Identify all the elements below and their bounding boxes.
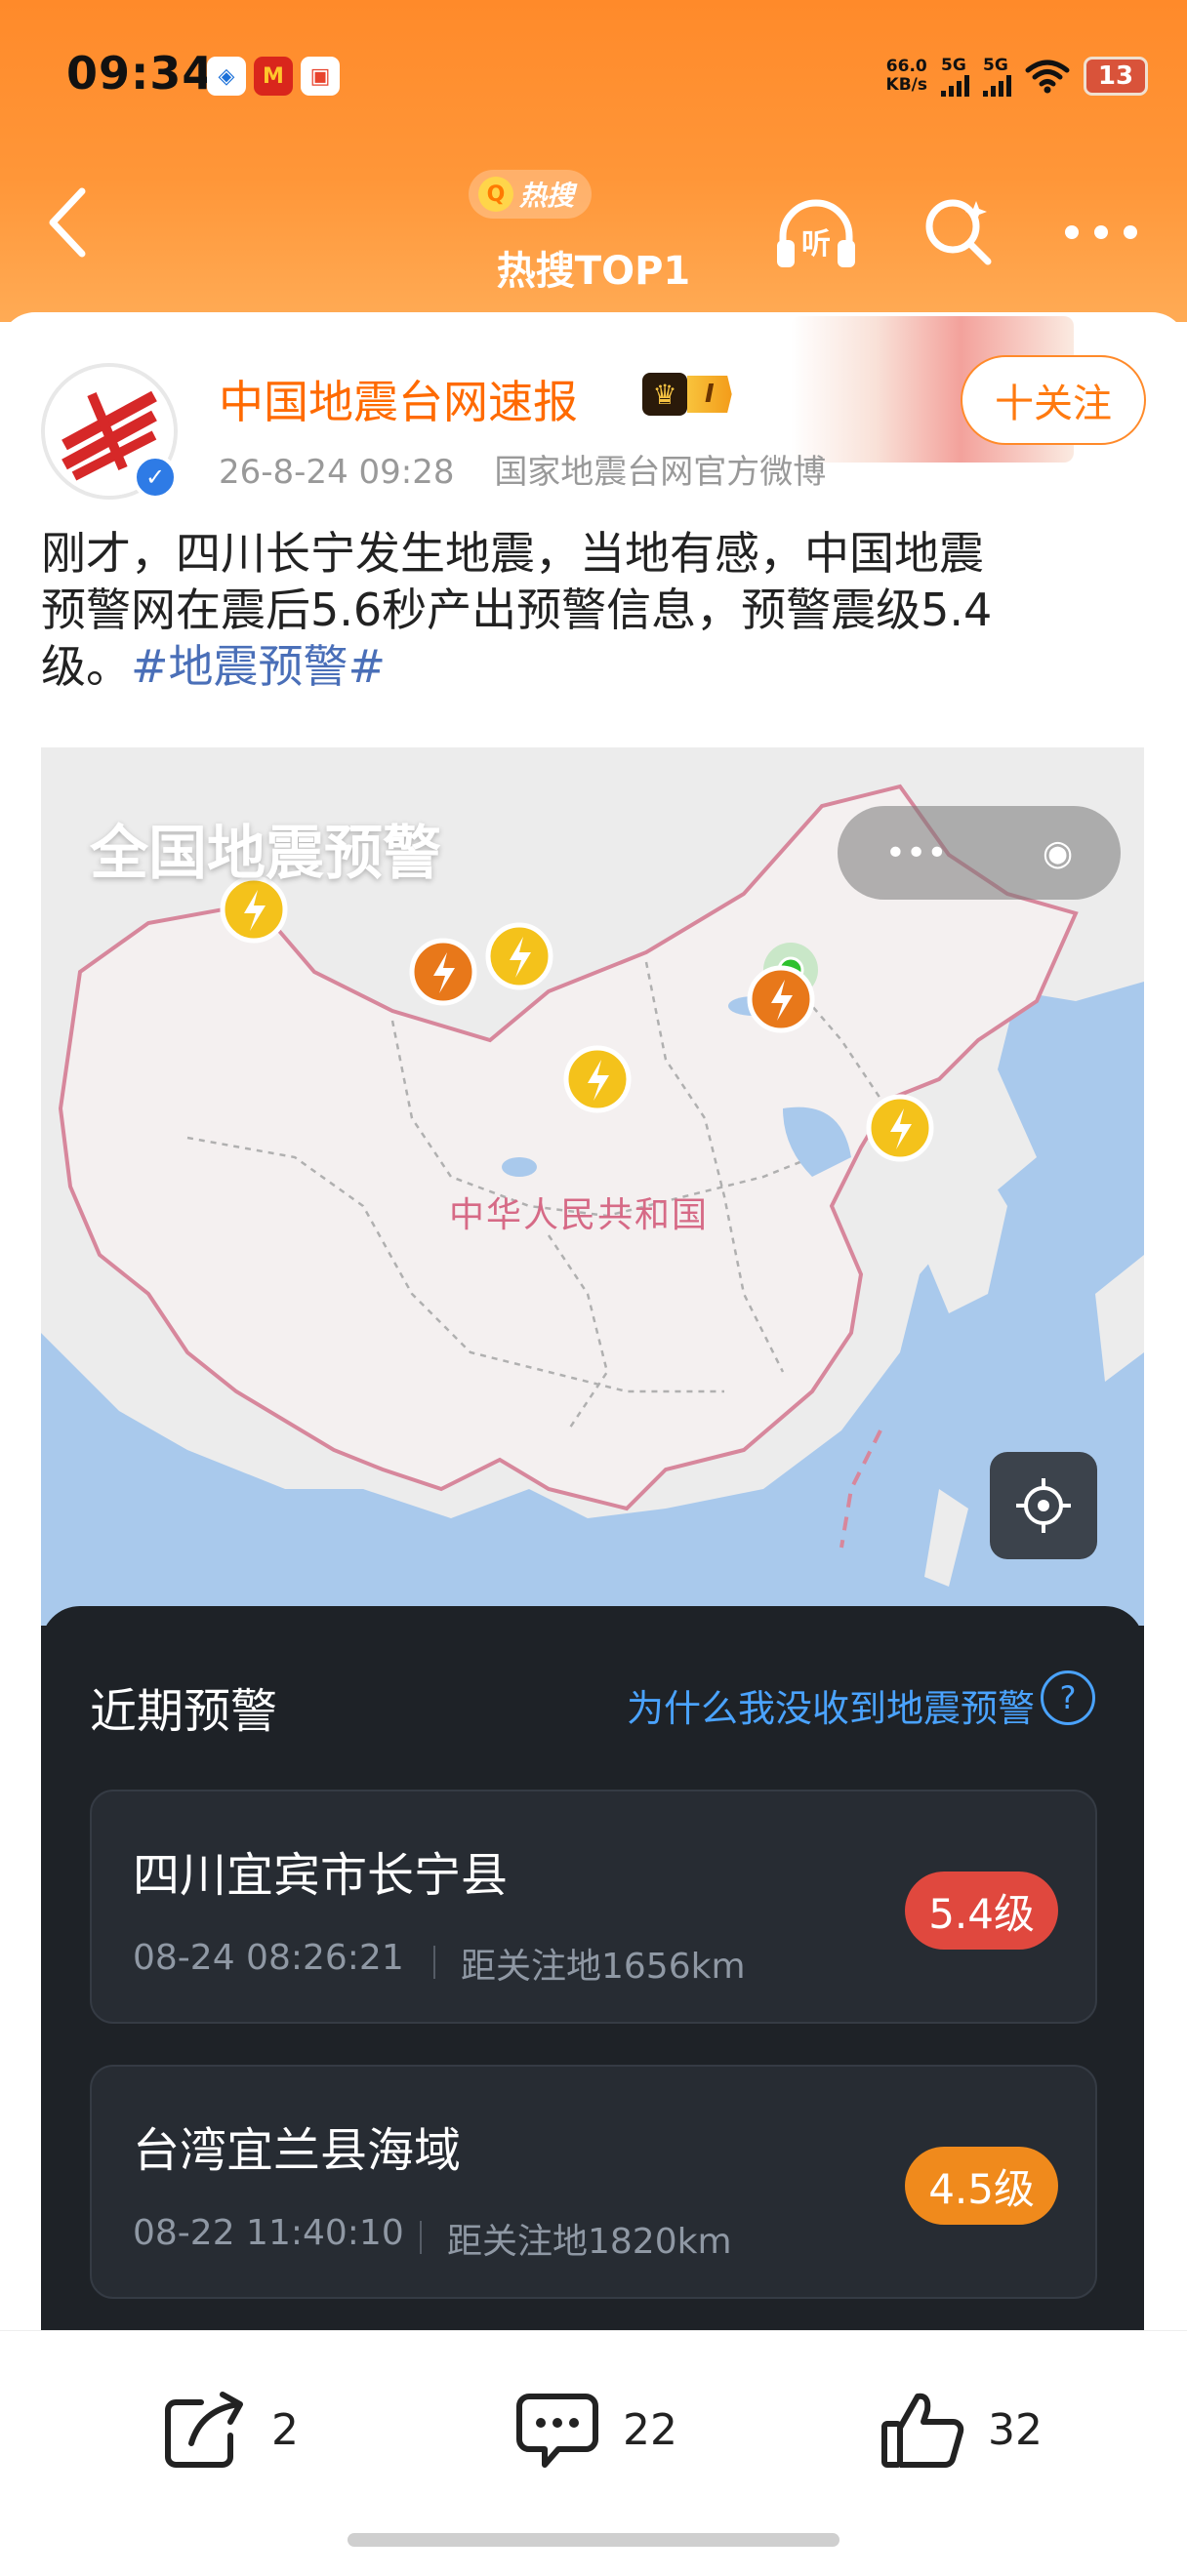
more-button[interactable] <box>1054 185 1148 279</box>
status-bar: 09:34 ◈ M ▣ 66.0 KB/s 5G 5G 13 <box>0 0 1187 146</box>
warning-marker[interactable] <box>409 938 477 1006</box>
warning-distance: 距关注地1820km <box>447 2222 732 2262</box>
comment-icon <box>516 2394 598 2468</box>
video-app-notification-icon: ▣ <box>301 57 340 96</box>
crosshair-icon <box>1016 1478 1071 1533</box>
listen-button[interactable]: 听 <box>769 185 863 279</box>
thumbs-up-icon <box>881 2393 964 2468</box>
warning-marker[interactable] <box>747 965 815 1033</box>
like-count: 32 <box>988 2404 1043 2455</box>
warning-place: 四川宜宾市长宁县 <box>133 1848 509 1903</box>
more-dots-icon[interactable]: ••• <box>885 833 948 873</box>
search-sparkle-icon <box>925 199 992 265</box>
comment-button[interactable]: 22 <box>513 2386 677 2474</box>
post-meta: 26-8-24 09:28 国家地震台网官方微博 <box>219 445 826 493</box>
post-image[interactable]: 全国地震预警 ••• ◉ 中华人民共和国 近期预警 为什么我没收到地震预警 ? … <box>41 747 1144 2381</box>
warning-time: 08-24 08:26:21 <box>133 1938 404 1978</box>
post-datetime: 26-8-24 09:28 <box>219 453 455 492</box>
warning-marker[interactable] <box>485 922 553 990</box>
follow-button[interactable]: 十关注 <box>961 355 1146 445</box>
magnitude-badge: 4.5级 <box>905 2147 1058 2225</box>
warning-marker[interactable] <box>866 1094 934 1162</box>
search-icon: Q <box>478 177 513 212</box>
country-label: 中华人民共和国 <box>449 1195 710 1235</box>
earthquake-map: 全国地震预警 ••• ◉ 中华人民共和国 <box>41 747 1144 1626</box>
post-card: ✓ 中国地震台网速报 ♛ I 十关注 26-8-24 09:28 国家地震台网官… <box>0 312 1187 2576</box>
why-not-received-link[interactable]: 为什么我没收到地震预警 <box>627 1678 1035 1732</box>
search-button[interactable] <box>912 185 1005 279</box>
mini-program-capsule[interactable]: ••• ◉ <box>838 806 1121 900</box>
verified-icon: ✓ <box>133 455 178 500</box>
warning-distance: 距关注地1656km <box>461 1947 746 1987</box>
warning-item[interactable]: 台湾宜兰县海域 08-22 11:40:10 距关注地1820km 4.5级 <box>90 2065 1097 2299</box>
app-notification-icon: ◈ <box>207 57 246 96</box>
comment-count: 22 <box>623 2404 677 2455</box>
wifi-icon <box>1025 60 1070 94</box>
hot-search-badge: Q 热搜 <box>469 170 593 219</box>
recent-warnings-panel: 近期预警 为什么我没收到地震预警 ? 四川宜宾市长宁县 08-24 08:26:… <box>41 1606 1144 2381</box>
signal-icon: 5G <box>983 56 1011 97</box>
warning-marker[interactable] <box>563 1045 632 1113</box>
share-icon <box>165 2392 243 2468</box>
header-actions: 听 <box>769 185 1148 279</box>
close-target-icon[interactable]: ◉ <box>1043 833 1073 873</box>
warning-item[interactable]: 四川宜宾市长宁县 08-24 08:26:21 距关注地1656km 5.4级 <box>90 1790 1097 2024</box>
warning-place: 台湾宜兰县海域 <box>133 2123 462 2178</box>
hashtag-link[interactable]: #地震预警# <box>131 640 386 693</box>
status-indicators: 66.0 KB/s 5G 5G 13 <box>886 49 1148 103</box>
panel-title: 近期预警 <box>90 1684 278 1739</box>
magnitude-badge: 5.4级 <box>905 1872 1058 1950</box>
vip-badge: ♛ I <box>642 373 732 416</box>
battery-icon: 13 <box>1084 57 1148 96</box>
crown-icon: ♛ <box>642 373 687 416</box>
svg-text:听: 听 <box>801 227 831 262</box>
warning-time: 08-22 11:40:10 <box>133 2213 404 2253</box>
divider <box>433 1946 435 1979</box>
divider <box>420 2221 422 2254</box>
more-dots-icon <box>1065 225 1137 239</box>
share-count: 2 <box>271 2404 299 2455</box>
share-button[interactable]: 2 <box>162 2386 299 2474</box>
home-indicator[interactable] <box>348 2533 839 2547</box>
locate-button[interactable] <box>990 1452 1097 1559</box>
headphones-icon: 听 <box>777 199 855 267</box>
post-source: 国家地震台网官方微博 <box>494 453 827 492</box>
map-title: 全国地震预警 <box>90 820 441 888</box>
status-time: 09:34 <box>66 47 215 100</box>
mcdonalds-notification-icon: M <box>254 57 293 96</box>
like-button[interactable]: 32 <box>879 2386 1043 2474</box>
post-body: 刚才，四川长宁发生地震，当地有感，中国地震 预警网在震后5.6秒产出预警信息，预… <box>41 527 993 693</box>
signal-icon: 5G <box>941 56 969 97</box>
network-speed: 66.0 KB/s <box>885 57 927 95</box>
author-name[interactable]: 中国地震台网速报 <box>219 367 578 431</box>
help-icon[interactable]: ? <box>1041 1670 1095 1725</box>
vip-level: I <box>687 376 732 413</box>
